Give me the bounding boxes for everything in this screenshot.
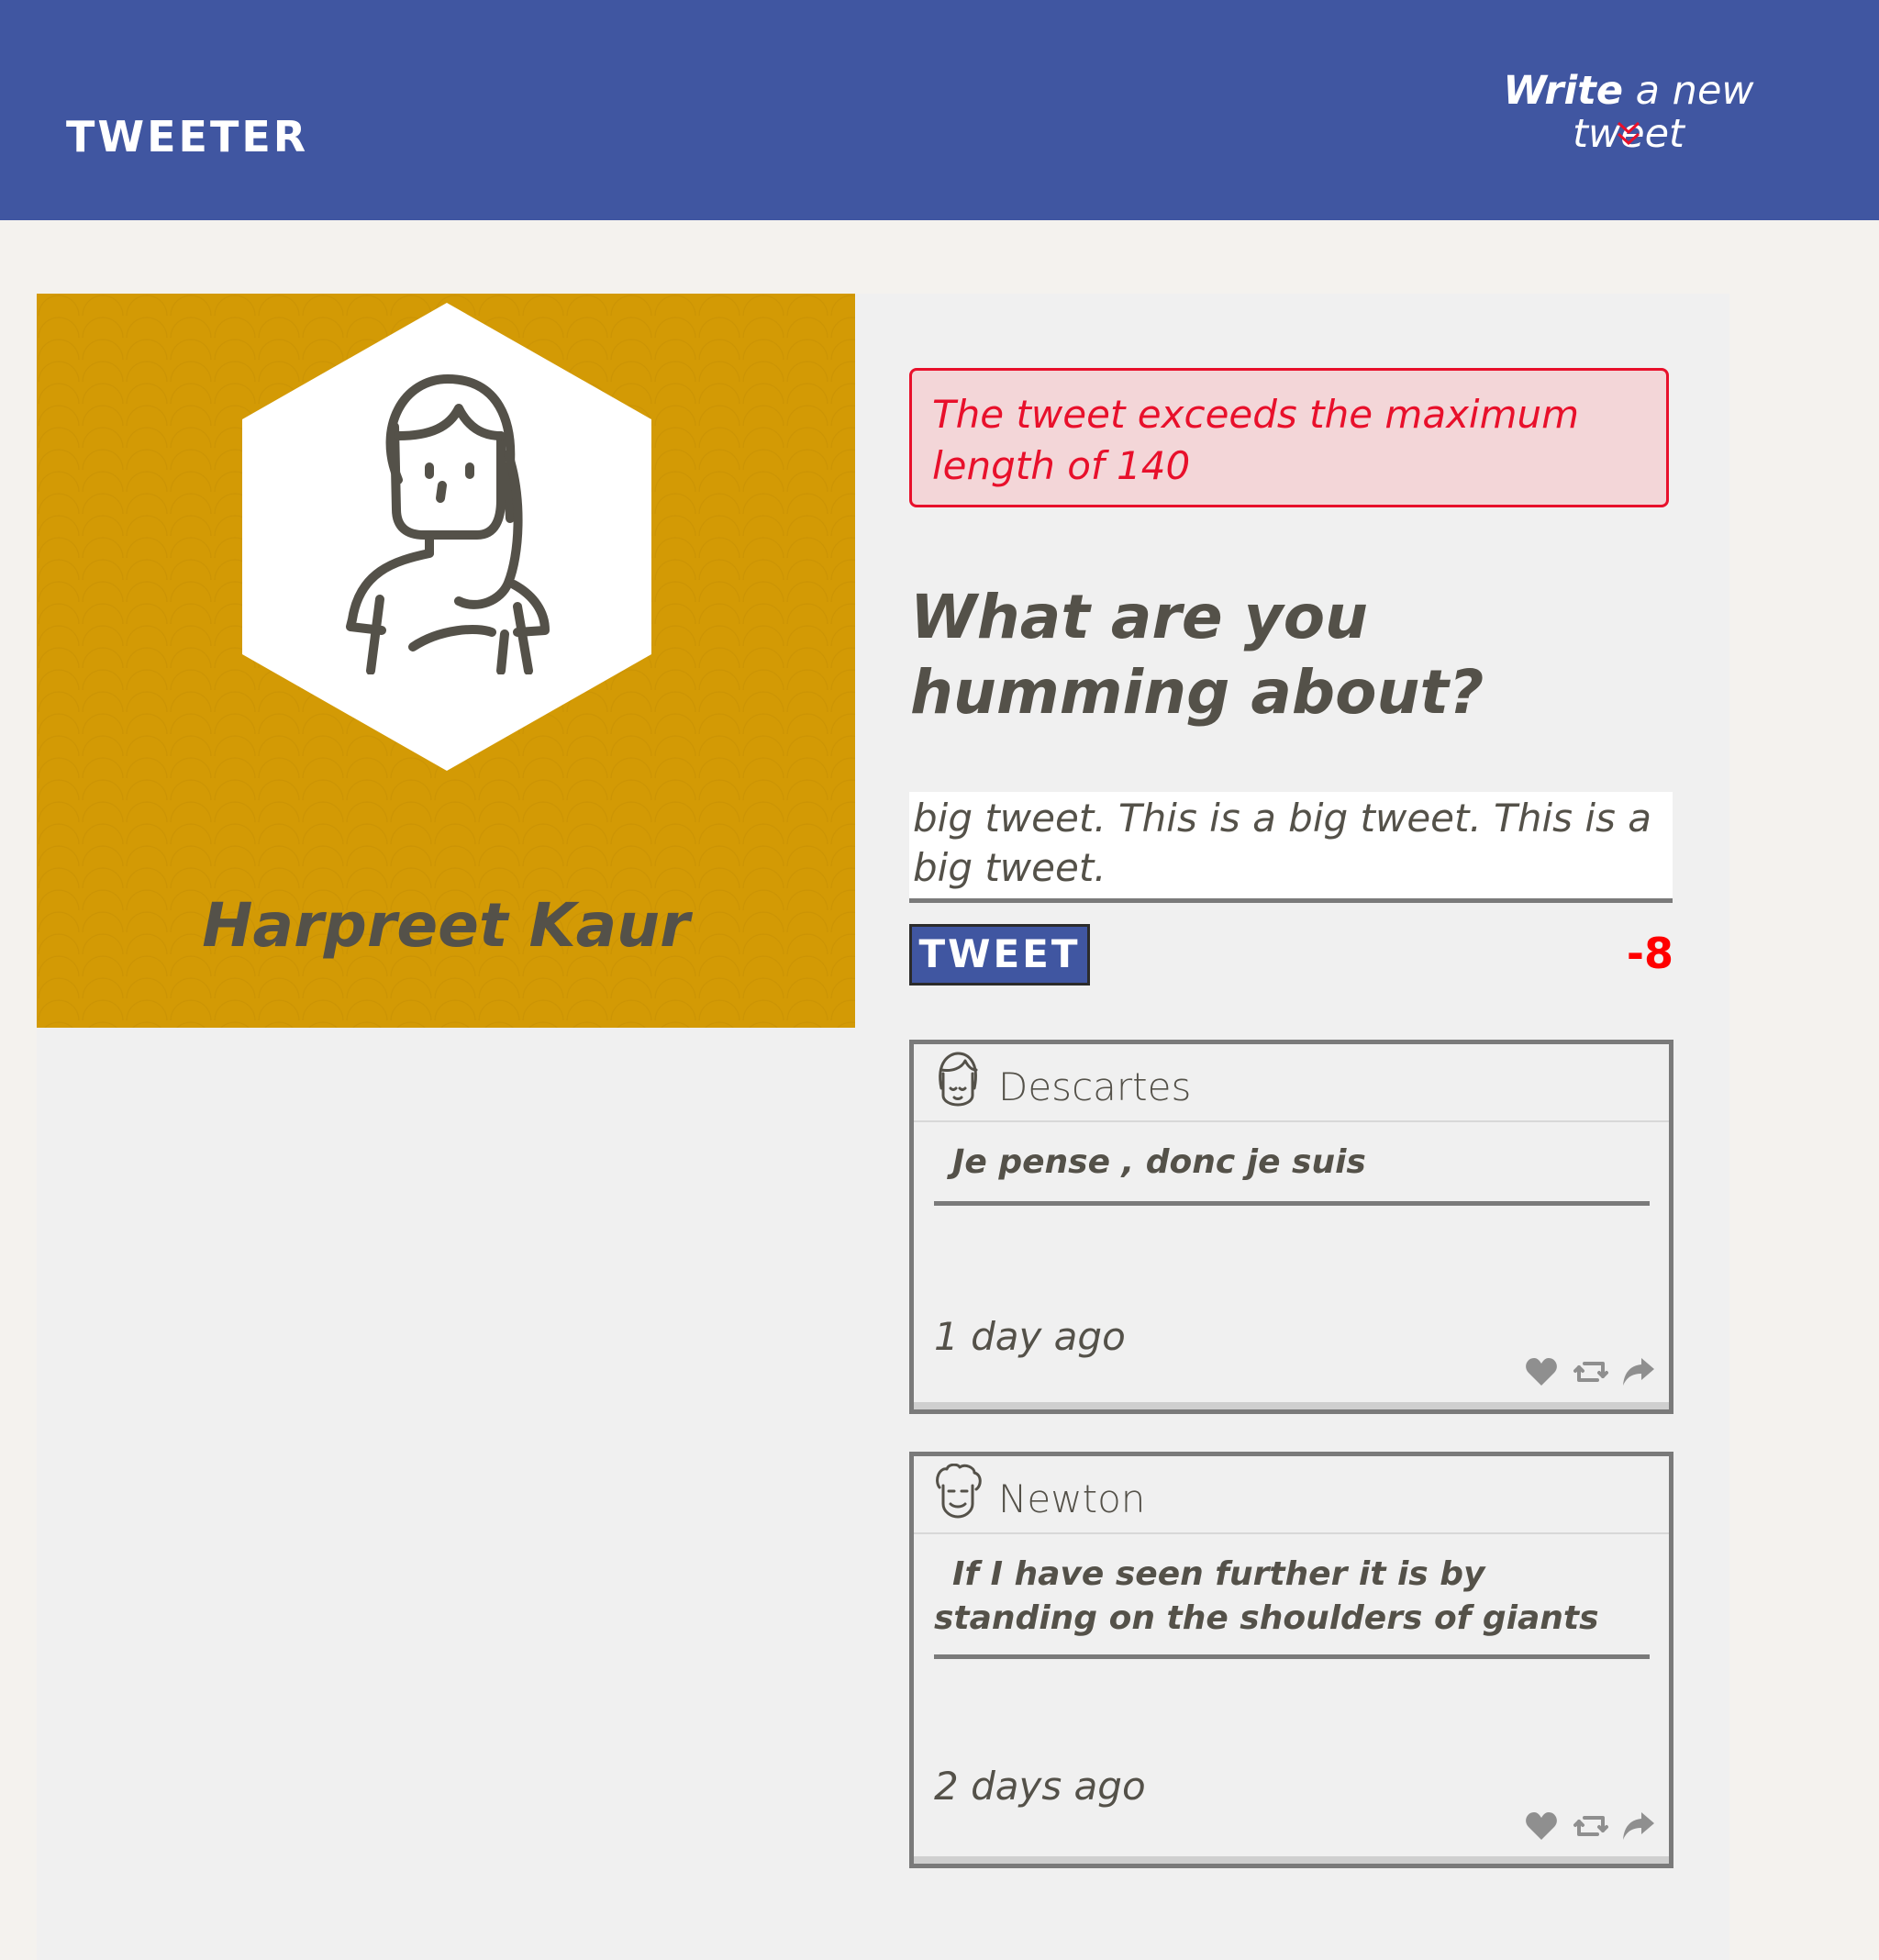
tweet-author: Newton — [998, 1476, 1146, 1521]
share-icon[interactable] — [1621, 1809, 1656, 1843]
profile-card: Harpreet Kaur — [37, 294, 855, 1028]
write-new-tweet-strong: Write — [1503, 68, 1623, 114]
avatar-icon — [346, 374, 550, 674]
tweet-card: Descartes Je pense , donc je suis 1 day … — [909, 1040, 1673, 1414]
error-message: The tweet exceeds the maximum length of … — [909, 368, 1669, 507]
tweet-header: Descartes — [914, 1044, 1669, 1122]
avatar-icon — [936, 1464, 982, 1519]
retweet-icon[interactable] — [1573, 1354, 1608, 1389]
character-counter: -8 — [1626, 929, 1673, 978]
tweet-text: If I have seen further it is by standing… — [934, 1555, 1599, 1637]
chevron-down-icon[interactable] — [1615, 119, 1642, 149]
avatar-icon — [939, 1052, 978, 1107]
tweet-actions — [1524, 1354, 1654, 1391]
share-icon[interactable] — [1621, 1354, 1656, 1389]
heart-icon[interactable] — [1524, 1809, 1559, 1843]
heart-icon[interactable] — [1524, 1354, 1559, 1389]
tweet-text: Je pense , donc je suis — [952, 1143, 1366, 1181]
tweet-divider — [934, 1201, 1650, 1206]
top-nav: TWEETER Write a new tweet — [0, 0, 1879, 220]
tweet-author: Descartes — [998, 1064, 1192, 1109]
tweet-header: Newton — [914, 1456, 1669, 1534]
tweet-card: Newton If I have seen further it is by s… — [909, 1452, 1673, 1868]
tweet-timestamp: 1 day ago — [934, 1314, 1126, 1359]
tweet-button[interactable]: TWEET — [909, 924, 1090, 986]
retweet-icon[interactable] — [1573, 1809, 1608, 1843]
tweet-divider — [934, 1654, 1650, 1659]
tweet-actions — [1524, 1809, 1654, 1845]
tweet-timestamp: 2 days ago — [934, 1764, 1146, 1809]
tweet-textarea[interactable]: big tweet. This is a big tweet. This is … — [909, 792, 1673, 903]
brand-logo[interactable]: TWEETER — [66, 116, 308, 158]
profile-name: Harpreet Kaur — [202, 890, 690, 961]
compose-title: What are you humming about? — [910, 582, 1484, 728]
